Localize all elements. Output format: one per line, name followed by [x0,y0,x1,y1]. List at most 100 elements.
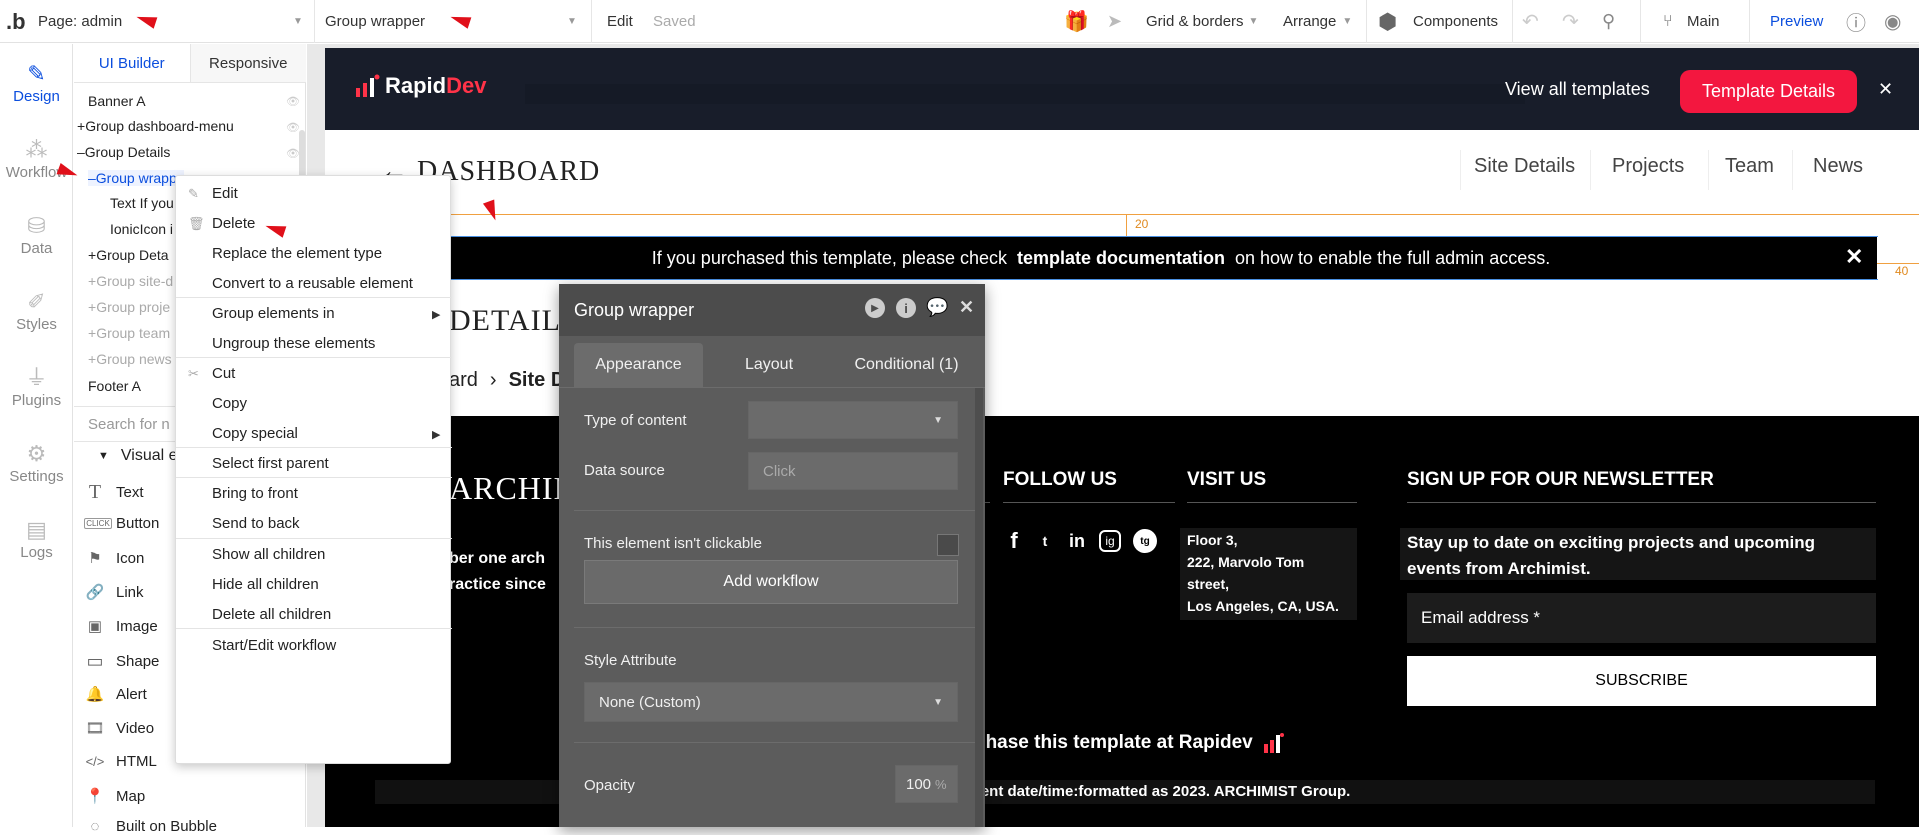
visual-element[interactable]: ▣ Image [84,617,158,636]
tree-item[interactable]: +Group team [88,325,170,341]
view-all-templates-link[interactable]: View all templates [1505,79,1650,100]
notice-link[interactable]: template documentation [1017,248,1225,269]
visual-element[interactable]: 🔔 Alert [84,685,147,704]
telegram-icon[interactable]: tg [1133,529,1157,553]
tree-item[interactable]: +Group site-d [88,273,173,289]
nav-projects[interactable]: Projects [1612,155,1684,178]
nav-team[interactable]: Team [1725,155,1774,178]
tree-item[interactable]: +Group Deta [88,247,169,263]
menu-item-cut[interactable]: Cut [212,365,235,382]
template-details-button[interactable]: Template Details [1680,70,1857,113]
components-button[interactable]: Components [1413,0,1498,43]
visual-element[interactable]: 📍 Map [84,787,146,806]
menu-item-convert-reusable[interactable]: Convert to a reusable element [212,275,413,292]
data-source-field[interactable]: Click [748,452,958,490]
menu-item-copy[interactable]: Copy [212,395,247,412]
tree-item[interactable]: Footer A [88,378,141,394]
bubble-logo[interactable]: .b [6,0,26,43]
twitter-icon[interactable]: t [1035,533,1055,549]
grid-borders-menu[interactable]: Grid & borders ▼ [1146,0,1258,43]
tree-item[interactable]: +Group dashboard-menu [77,118,234,134]
menu-item-replace-type[interactable]: Replace the element type [212,245,382,262]
page-selector[interactable]: Page: admin [38,0,122,43]
menu-item-delete-children[interactable]: Delete all children [212,606,331,623]
info-icon[interactable]: i [896,298,916,318]
eye-icon[interactable]: 👁 [286,121,300,134]
search-icon[interactable]: ⚲ [1602,0,1615,43]
visual-element[interactable]: ⚑ Icon [84,549,144,568]
account-icon[interactable]: ◉ [1884,0,1901,43]
add-workflow-button[interactable]: Add workflow [584,560,958,604]
menu-item-ungroup[interactable]: Ungroup these elements [212,335,375,352]
purchase-link[interactable]: chase this template at Rapidev [975,732,1285,754]
arrange-menu[interactable]: Arrange ▼ [1283,0,1352,43]
menu-item-edit[interactable]: Edit [212,185,238,202]
opacity-input[interactable]: 100% [895,765,958,803]
menu-item-bring-front[interactable]: Bring to front [212,485,298,502]
rail-styles[interactable]: ✐ Styles [0,288,73,333]
nav-site-details[interactable]: Site Details [1474,155,1575,178]
linkedin-icon[interactable]: in [1067,531,1087,552]
visual-element[interactable]: CLICK Button [84,515,159,532]
play-icon[interactable]: ▶ [865,298,885,318]
menu-item-group-elements[interactable]: Group elements in [212,305,335,322]
tree-item[interactable]: Banner A [88,93,146,109]
pointer-icon[interactable]: ➤ [1107,0,1122,43]
tree-item[interactable]: Text If you [110,195,174,211]
tab-layout[interactable]: Layout [709,343,829,387]
close-icon[interactable]: ✕ [1845,244,1863,270]
menu-item-show-children[interactable]: Show all children [212,546,325,563]
tree-item[interactable]: IonicIcon i [110,221,173,237]
close-icon[interactable]: ✕ [959,297,974,318]
chevron-down-icon[interactable]: ▼ [293,0,303,43]
nav-news[interactable]: News [1813,155,1863,178]
redo-icon[interactable]: ↷ [1562,0,1579,43]
style-attribute-dropdown[interactable]: None (Custom) ▼ [584,682,958,722]
admin-notice-bar[interactable]: If you purchased this template, please c… [325,237,1877,279]
eye-icon[interactable]: 👁 [286,95,300,108]
rail-plugins[interactable]: ⏚ Plugins [0,364,73,409]
rail-logs[interactable]: ▤ Logs [0,516,73,561]
undo-icon[interactable]: ↶ [1522,0,1539,43]
edit-menu[interactable]: Edit [607,0,633,43]
close-icon[interactable]: ✕ [1878,79,1893,100]
visual-element[interactable]: </> HTML [84,753,157,770]
visual-element[interactable]: 🎞 Video [84,719,154,738]
eye-icon[interactable]: 👁 [286,147,300,160]
rail-design[interactable]: ✎ Design [0,60,73,105]
tree-item[interactable]: +Group proje [88,299,170,315]
facebook-icon[interactable]: f [1005,528,1023,554]
rail-data[interactable]: ⛁ Data [0,212,73,257]
subscribe-button[interactable]: SUBSCRIBE [1407,656,1876,706]
not-clickable-checkbox[interactable] [937,534,959,556]
visual-element[interactable]: ▭ Shape [84,651,159,672]
email-field[interactable]: Email address * [1407,593,1876,643]
menu-item-delete[interactable]: Delete [212,215,255,232]
rail-settings[interactable]: ⚙ Settings [0,440,73,485]
menu-item-select-parent[interactable]: Select first parent [212,455,329,472]
tree-item[interactable]: –Group Details [77,144,170,160]
instagram-icon[interactable]: ig [1099,530,1121,552]
branch-selector[interactable]: Main [1687,0,1720,43]
chevron-down-icon[interactable]: ▼ [567,0,577,43]
visual-element[interactable]: T Text [84,481,144,504]
tab-ui-builder[interactable]: UI Builder [74,44,190,82]
tree-item-selected[interactable]: –Group wrapper [88,170,184,186]
preview-button[interactable]: Preview [1770,0,1823,43]
gift-icon[interactable]: 🎁 [1064,0,1089,43]
menu-item-copy-special[interactable]: Copy special [212,425,298,442]
visual-elements-section[interactable]: ▼ Visual e [98,447,178,465]
property-scrollbar[interactable] [975,388,983,827]
tab-responsive[interactable]: Responsive [189,44,306,82]
menu-item-send-back[interactable]: Send to back [212,515,300,532]
tree-item[interactable]: +Group news [88,351,172,367]
visual-element[interactable]: 🔗 Link [84,583,144,602]
tab-conditional[interactable]: Conditional (1) [834,343,979,387]
type-of-content-dropdown[interactable]: ▼ [748,401,958,439]
property-editor-header[interactable]: Group wrapper [559,284,985,336]
comment-icon[interactable]: 💬 [926,297,948,318]
menu-item-hide-children[interactable]: Hide all children [212,576,319,593]
tab-appearance[interactable]: Appearance [574,343,703,387]
breadcrumb-prev[interactable]: ard [449,369,478,392]
help-icon[interactable]: ⓘ [1846,0,1866,43]
